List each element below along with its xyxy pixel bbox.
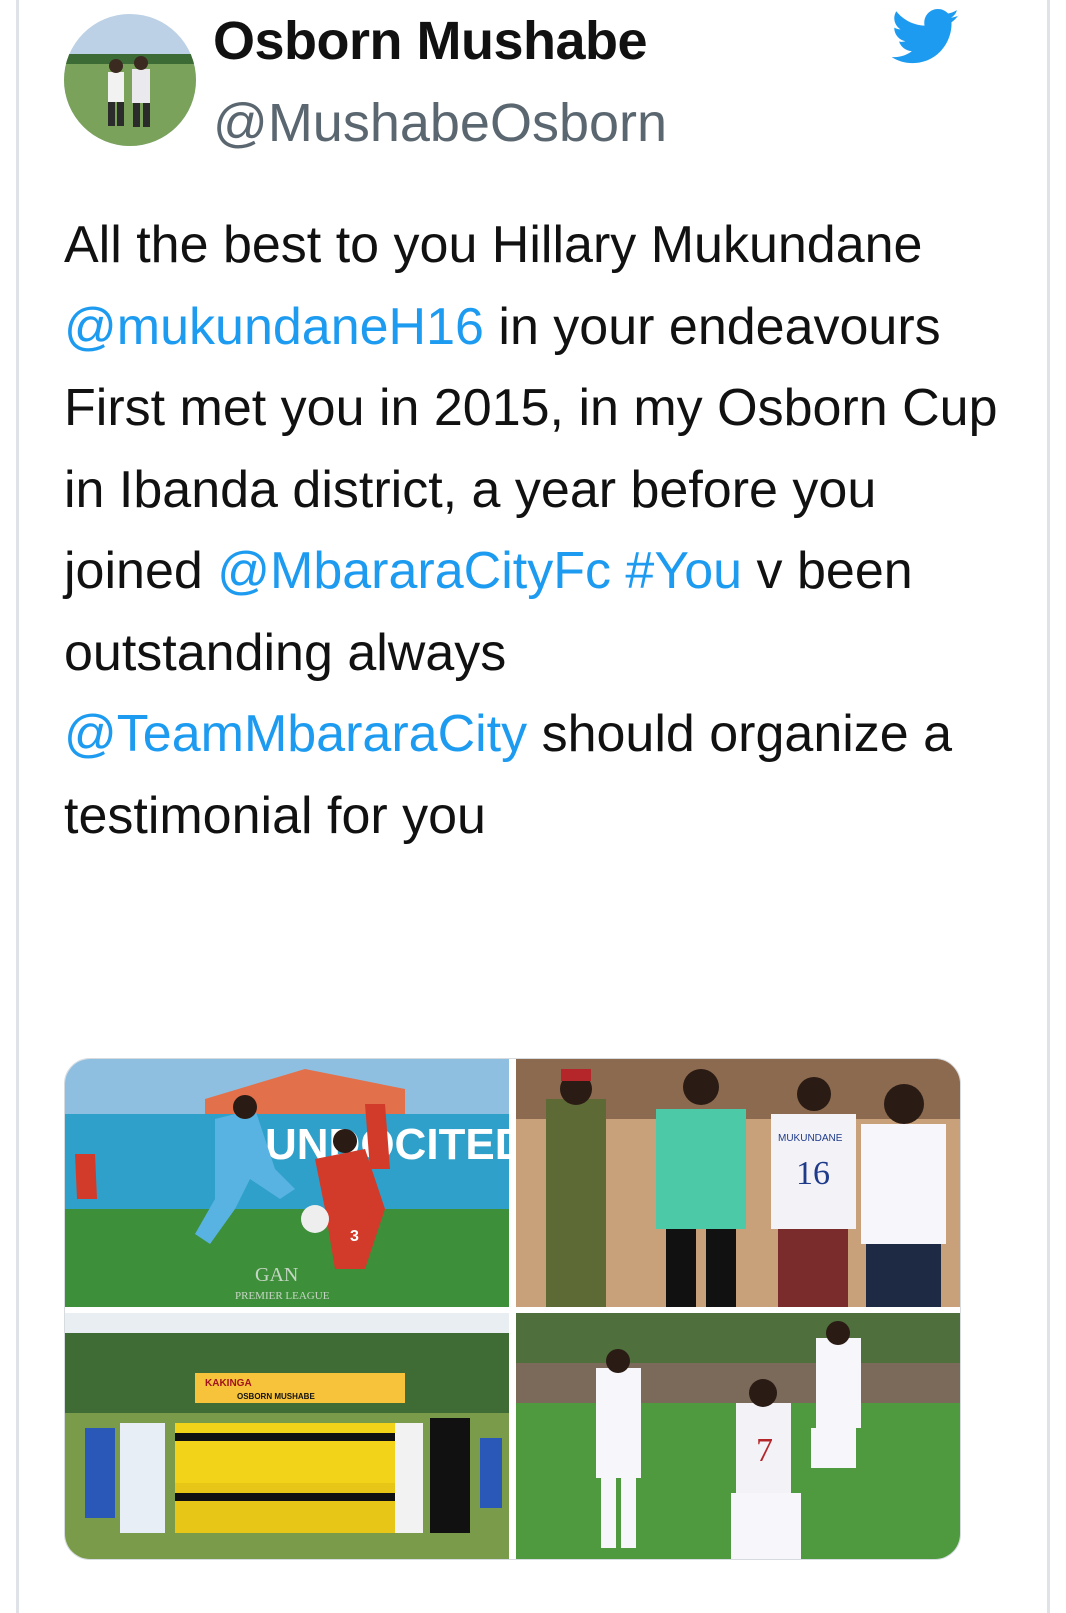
mention-link[interactable]: @MbararaCityFc bbox=[217, 542, 611, 600]
author-name[interactable]: Osborn Mushabe bbox=[213, 10, 648, 72]
tweet-text: All the best to you Hillary Mukundane @m… bbox=[64, 205, 1024, 857]
photo-players-posing[interactable]: MUKUNDANE 16 bbox=[516, 1059, 960, 1307]
photo2-shirt-number: 16 bbox=[796, 1155, 830, 1192]
tweet-text-segment bbox=[611, 542, 625, 600]
photo3-banner-line2: OSBORN MUSHABE bbox=[237, 1392, 315, 1401]
mention-link[interactable]: @TeamMbararaCity bbox=[64, 705, 527, 763]
frame-border-right bbox=[1047, 0, 1050, 1613]
hashtag-link[interactable]: #You bbox=[625, 542, 742, 600]
tweet-text-segment: in your endeavours bbox=[483, 297, 941, 356]
author-handle[interactable]: @MushabeOsborn bbox=[213, 92, 667, 154]
avatar[interactable] bbox=[64, 14, 196, 146]
photo-football-match[interactable]: UNDOCITED 3 GAN PREMIER LEAGUE bbox=[65, 1059, 509, 1307]
photo4-jersey-number: 7 bbox=[756, 1432, 773, 1469]
photo1-watermark-league: PREMIER LEAGUE bbox=[235, 1290, 330, 1302]
media-grid[interactable]: UNDOCITED 3 GAN PREMIER LEAGUE bbox=[64, 1058, 961, 1560]
photo3-banner-line1: KAKINGA bbox=[205, 1378, 252, 1389]
photo1-watermark: GAN bbox=[255, 1264, 298, 1286]
photo2-shirt-name: MUKUNDANE bbox=[778, 1133, 843, 1144]
photo1-jersey-number: 3 bbox=[350, 1228, 359, 1245]
twitter-bird-icon[interactable] bbox=[891, 8, 960, 66]
photo-team-group[interactable]: KAKINGA OSBORN MUSHABE bbox=[65, 1313, 509, 1559]
frame-border-left bbox=[16, 0, 19, 1613]
mention-link[interactable]: @mukundaneH16 bbox=[64, 298, 484, 356]
tweet-text-segment: All the best to you Hillary Mukundane bbox=[64, 216, 923, 274]
photo-celebration[interactable]: 7 bbox=[516, 1313, 960, 1559]
